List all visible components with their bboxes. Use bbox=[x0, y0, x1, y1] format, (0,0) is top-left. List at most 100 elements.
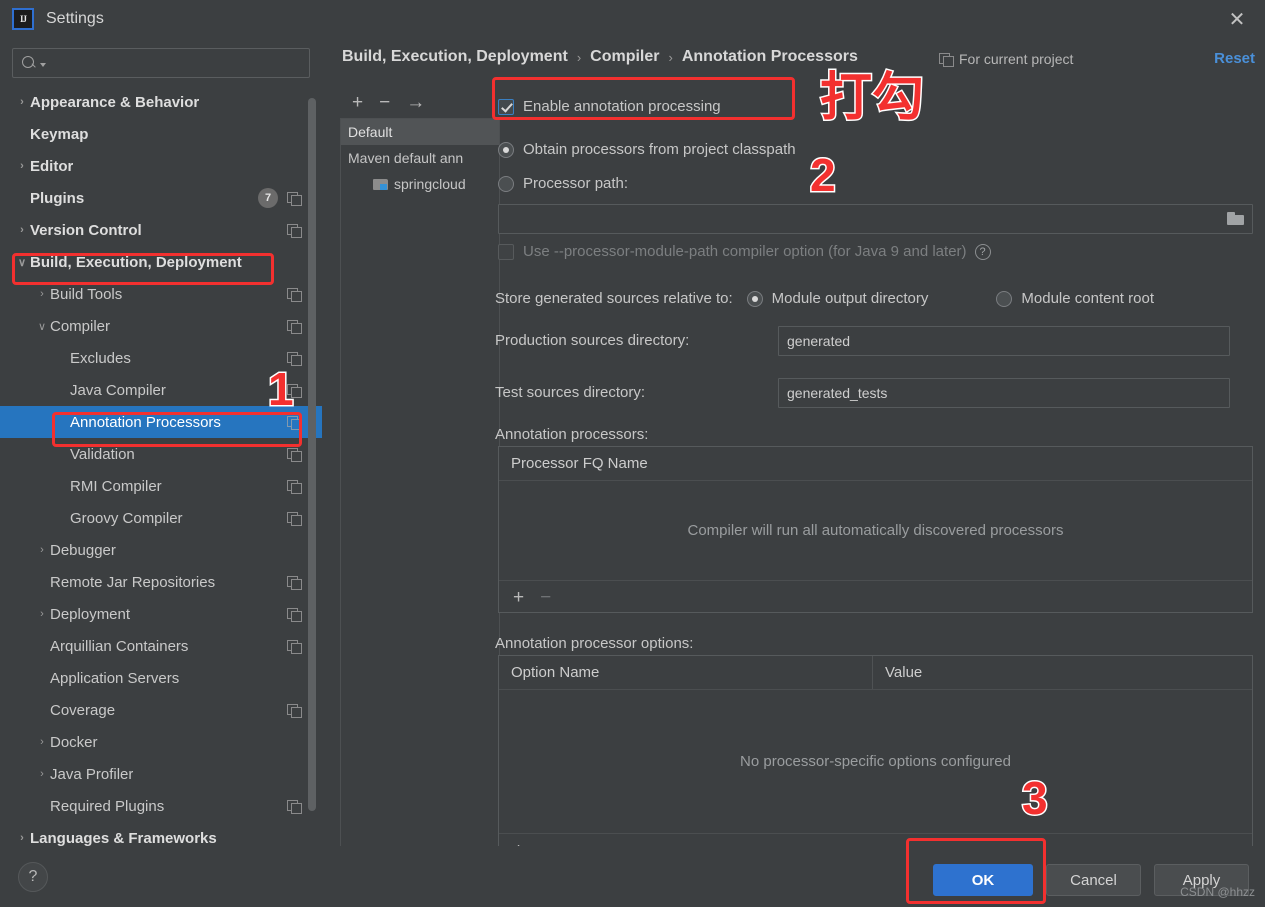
sidebar-item-validation[interactable]: ›Validation bbox=[0, 438, 322, 470]
folder-browse-icon[interactable] bbox=[1227, 212, 1244, 226]
test-sources-label-row: Test sources directory: bbox=[495, 384, 645, 401]
sidebar-item-icons bbox=[287, 415, 302, 430]
sidebar-item-build-tools[interactable]: › Build Tools bbox=[0, 278, 322, 310]
sidebar-item-remote-jar-repositories[interactable]: ›Remote Jar Repositories bbox=[0, 566, 322, 598]
store-generated-sources-label: Store generated sources relative to: bbox=[495, 290, 733, 307]
sidebar-item-groovy-compiler[interactable]: ›Groovy Compiler bbox=[0, 502, 322, 534]
chevron-right-icon[interactable]: › bbox=[14, 832, 30, 844]
sidebar-item-excludes[interactable]: ›Excludes bbox=[0, 342, 322, 374]
project-scope-icon bbox=[287, 639, 302, 654]
test-sources-directory-input[interactable]: generated_tests bbox=[778, 378, 1230, 408]
sidebar-item-java-compiler[interactable]: ›Java Compiler bbox=[0, 374, 322, 406]
sidebar-item-icons bbox=[287, 575, 302, 590]
sidebar-item-docker[interactable]: › Docker bbox=[0, 726, 322, 758]
sidebar-item-debugger[interactable]: › Debugger bbox=[0, 534, 322, 566]
option-value-column-header[interactable]: Value bbox=[872, 656, 1252, 689]
sidebar-item-icons bbox=[287, 703, 302, 718]
project-scope-icon bbox=[287, 607, 302, 622]
sidebar-item-editor[interactable]: › Editor bbox=[0, 150, 322, 182]
sidebar-item-annotation-processors[interactable]: ›Annotation Processors bbox=[0, 406, 322, 438]
module-output-directory-radio[interactable] bbox=[746, 290, 763, 307]
profile-list-item[interactable]: Maven default ann bbox=[341, 145, 499, 171]
settings-dialog: IJ Settings ✕ ›Appearance & Behavior›Key… bbox=[0, 0, 1265, 907]
chevron-right-icon[interactable]: › bbox=[14, 224, 30, 236]
breadcrumb-part-2[interactable]: Compiler bbox=[590, 48, 659, 66]
sidebar-item-icons bbox=[287, 607, 302, 622]
cancel-button[interactable]: Cancel bbox=[1046, 864, 1141, 896]
sidebar-item-plugins[interactable]: ›Plugins7 bbox=[0, 182, 322, 214]
sidebar-item-deployment[interactable]: › Deployment bbox=[0, 598, 322, 630]
sidebar-item-build-execution-deployment[interactable]: ∨ Build, Execution, Deployment bbox=[0, 246, 322, 278]
chevron-right-icon[interactable]: › bbox=[34, 544, 50, 556]
project-scope-icon bbox=[939, 52, 954, 67]
use-processor-module-path-checkbox[interactable] bbox=[498, 243, 514, 260]
remove-processor-button[interactable]: − bbox=[540, 587, 551, 609]
processor-path-input[interactable] bbox=[498, 204, 1253, 234]
enable-annotation-processing-row[interactable]: Enable annotation processing bbox=[498, 98, 721, 115]
processor-path-row[interactable]: Processor path: bbox=[498, 175, 628, 192]
move-profile-button[interactable]: → bbox=[406, 93, 425, 112]
reset-link[interactable]: Reset bbox=[1214, 50, 1255, 67]
project-scope-icon bbox=[287, 799, 302, 814]
sidebar-item-label: Docker bbox=[50, 733, 98, 751]
sidebar-item-version-control[interactable]: › Version Control bbox=[0, 214, 322, 246]
chevron-right-icon[interactable]: › bbox=[34, 768, 50, 780]
store-generated-sources-row: Store generated sources relative to: Mod… bbox=[495, 290, 1154, 307]
obtain-from-classpath-radio[interactable] bbox=[498, 141, 514, 158]
sidebar-item-label: Build, Execution, Deployment bbox=[30, 253, 242, 271]
breadcrumb-part-3[interactable]: Annotation Processors bbox=[682, 48, 858, 66]
sidebar-item-rmi-compiler[interactable]: ›RMI Compiler bbox=[0, 470, 322, 502]
sidebar-item-appearance-behavior[interactable]: › Appearance & Behavior bbox=[0, 86, 322, 118]
chevron-right-icon[interactable]: › bbox=[34, 608, 50, 620]
profiles-panel: + − → Default Maven default ann springclou… bbox=[340, 86, 500, 871]
profiles-list: Default Maven default ann springcloud bbox=[340, 118, 500, 870]
sidebar-item-application-servers[interactable]: ›Application Servers bbox=[0, 662, 322, 694]
processor-path-radio[interactable] bbox=[498, 175, 514, 192]
help-icon[interactable]: ? bbox=[974, 243, 991, 260]
sidebar-item-languages-frameworks[interactable]: › Languages & Frameworks bbox=[0, 822, 322, 847]
sidebar-item-coverage[interactable]: ›Coverage bbox=[0, 694, 322, 726]
project-scope-icon bbox=[287, 703, 302, 718]
chevron-right-icon[interactable]: › bbox=[14, 160, 30, 172]
sidebar-item-icons bbox=[287, 223, 302, 238]
chevron-right-icon[interactable]: › bbox=[14, 96, 30, 108]
chevron-down-icon[interactable]: ∨ bbox=[34, 320, 50, 333]
sidebar-item-label: Deployment bbox=[50, 605, 131, 623]
sidebar-item-label: Validation bbox=[70, 445, 135, 463]
help-button[interactable]: ? bbox=[18, 862, 48, 892]
chevron-right-icon[interactable]: › bbox=[34, 288, 50, 300]
module-content-root-radio[interactable] bbox=[996, 290, 1013, 307]
search-input[interactable] bbox=[50, 55, 301, 71]
sidebar-item-icons bbox=[287, 447, 302, 462]
sidebar-item-arquillian-containers[interactable]: ›Arquillian Containers bbox=[0, 630, 322, 662]
add-processor-button[interactable]: + bbox=[513, 587, 524, 609]
sidebar-item-label: Excludes bbox=[70, 349, 131, 367]
project-scope-icon bbox=[287, 575, 302, 590]
profile-list-item[interactable]: Default bbox=[341, 119, 499, 145]
sidebar-item-label: Java Profiler bbox=[50, 765, 134, 783]
use-processor-module-path-row[interactable]: Use --processor-module-path compiler opt… bbox=[498, 243, 991, 260]
sidebar-item-keymap[interactable]: ›Keymap bbox=[0, 118, 322, 150]
chevron-down-icon[interactable] bbox=[40, 63, 46, 67]
sidebar-scrollbar-thumb[interactable] bbox=[308, 98, 316, 811]
chevron-right-icon[interactable]: › bbox=[34, 736, 50, 748]
obtain-from-classpath-row[interactable]: Obtain processors from project classpath bbox=[498, 141, 796, 158]
use-processor-module-path-label: Use --processor-module-path compiler opt… bbox=[523, 243, 967, 260]
ok-button[interactable]: OK bbox=[933, 864, 1033, 896]
annotation-processor-options-table: Option Name Value No processor-specific … bbox=[498, 655, 1253, 866]
production-sources-directory-input[interactable]: generated bbox=[778, 326, 1230, 356]
processor-fq-name-column-header[interactable]: Processor FQ Name bbox=[499, 447, 1252, 480]
enable-annotation-processing-checkbox[interactable] bbox=[498, 98, 514, 115]
profile-list-item[interactable]: springcloud bbox=[341, 171, 499, 197]
sidebar-scrollbar[interactable] bbox=[308, 98, 316, 811]
search-box[interactable] bbox=[12, 48, 310, 78]
sidebar-item-compiler[interactable]: ∨ Compiler bbox=[0, 310, 322, 342]
sidebar-item-required-plugins[interactable]: ›Required Plugins bbox=[0, 790, 322, 822]
add-profile-button[interactable]: + bbox=[352, 93, 363, 112]
breadcrumb-part-1[interactable]: Build, Execution, Deployment bbox=[342, 48, 568, 66]
sidebar-item-java-profiler[interactable]: › Java Profiler bbox=[0, 758, 322, 790]
remove-profile-button[interactable]: − bbox=[379, 93, 390, 112]
option-name-column-header[interactable]: Option Name bbox=[499, 656, 872, 689]
chevron-down-icon[interactable]: ∨ bbox=[14, 256, 30, 269]
close-icon[interactable]: ✕ bbox=[1223, 6, 1251, 32]
